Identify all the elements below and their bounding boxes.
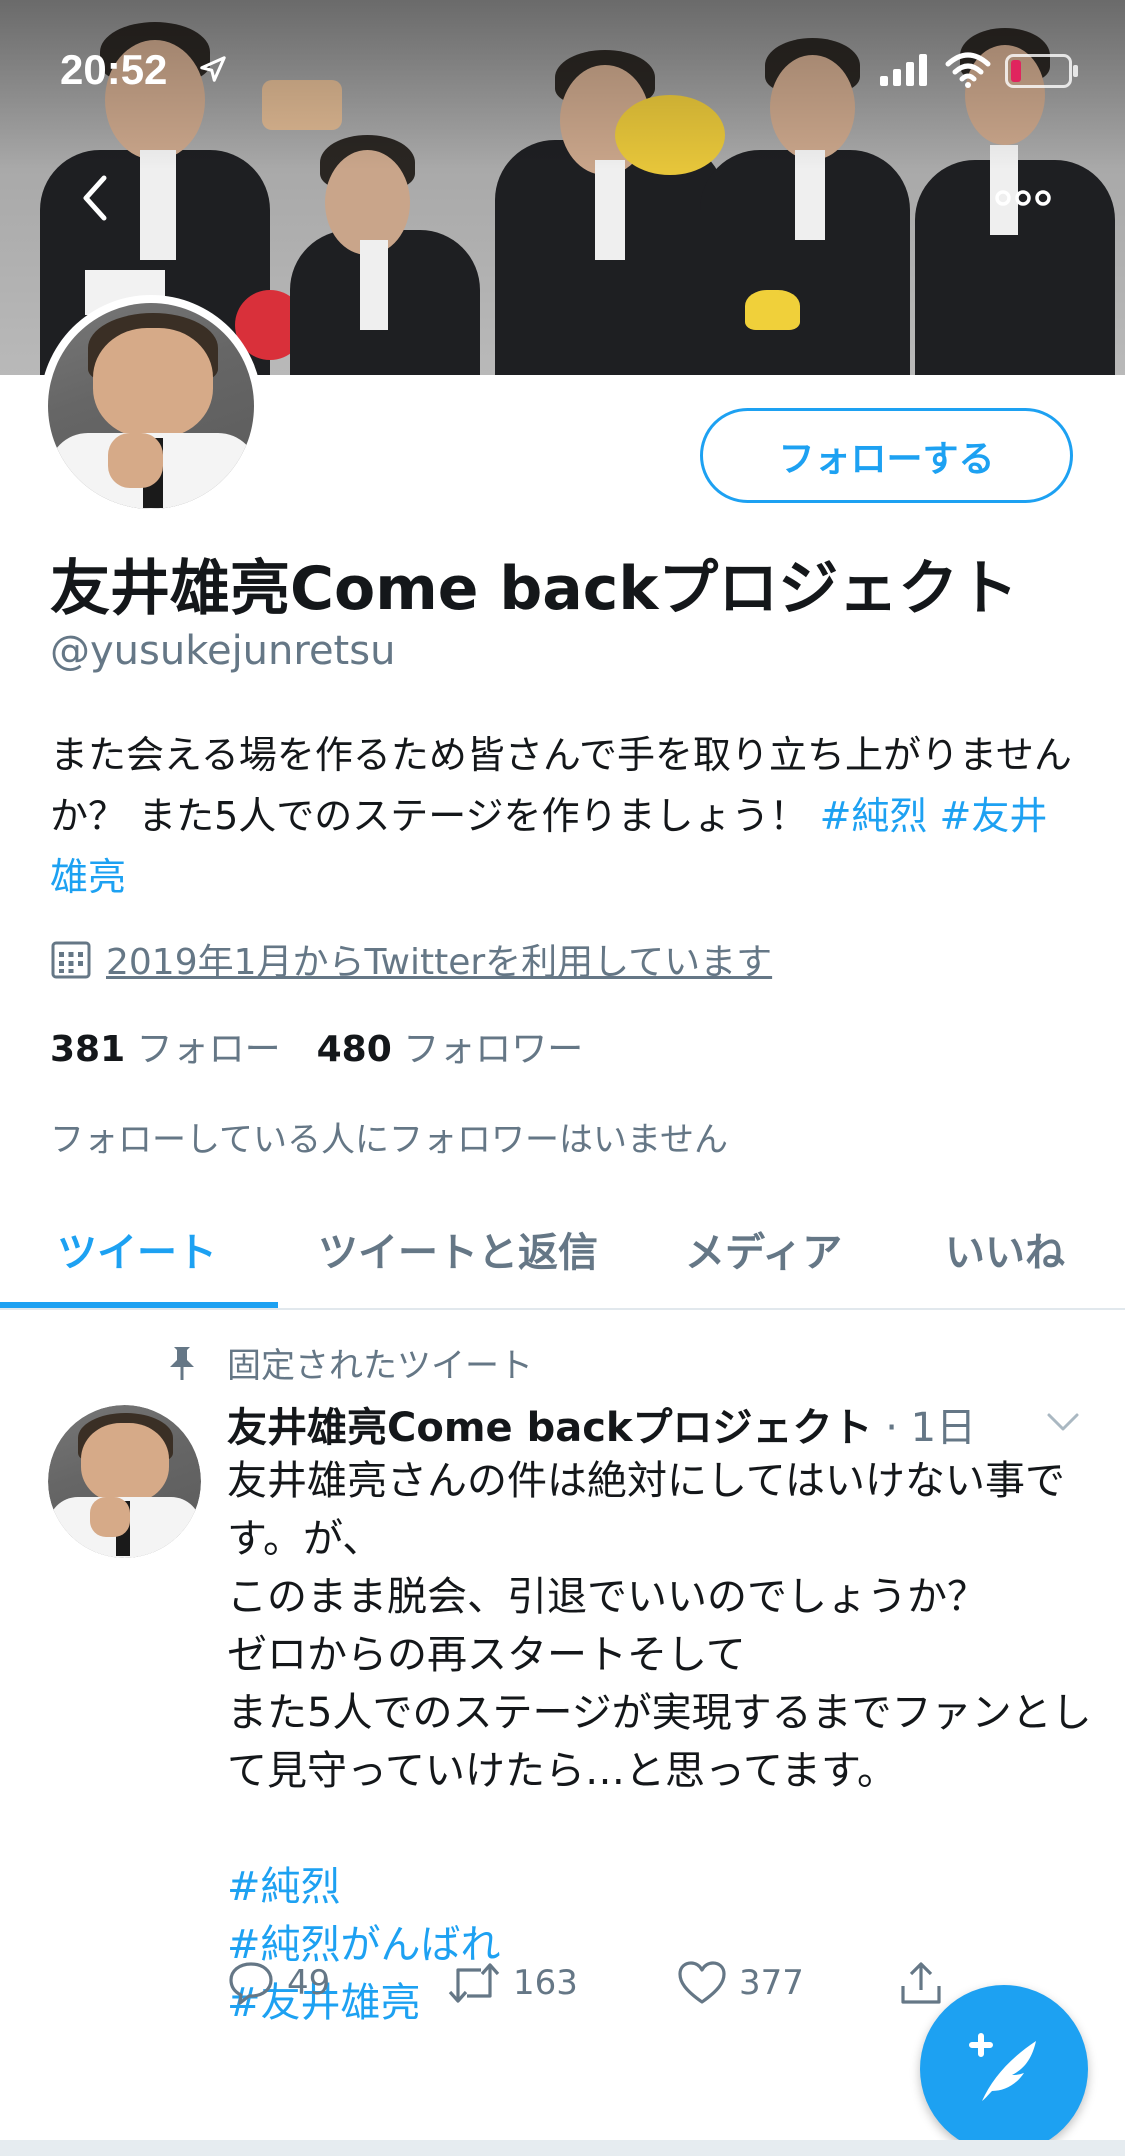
more-options-button[interactable]	[993, 183, 1053, 213]
bottom-divider	[0, 2140, 1125, 2156]
location-arrow-icon	[200, 56, 226, 82]
following-label: フォロー	[136, 1029, 281, 1070]
avatar-photo	[48, 303, 254, 509]
joined-text: 2019年1月からTwitterを利用しています	[106, 942, 773, 983]
status-bar: 20:52	[0, 0, 1125, 130]
retweet-count: 163	[513, 1963, 578, 2003]
following-count: 381	[50, 1029, 126, 1070]
like-count: 377	[739, 1963, 804, 2003]
tweet-author-avatar[interactable]	[48, 1405, 201, 1558]
profile-handle: @yusukejunretsu	[50, 628, 396, 674]
battery-low-icon	[1005, 54, 1078, 88]
like-button[interactable]: 377	[677, 1960, 804, 2006]
reply-icon	[229, 1962, 273, 2005]
tweet-author-name[interactable]: 友井雄亮Come backプロジェクト	[227, 1405, 873, 1451]
tweet-body-text: 友井雄亮さんの件は絶対にしてはいけない事です。が、 このまま脱会、引退でいいので…	[227, 1458, 1092, 1794]
share-button[interactable]	[899, 1960, 955, 2006]
joined-date: 2019年1月からTwitterを利用しています	[50, 935, 772, 983]
reply-button[interactable]: 49	[227, 1960, 330, 2006]
retweet-icon	[448, 1963, 500, 2003]
share-icon	[901, 1962, 941, 2004]
tab-tweets[interactable]: ツイート	[57, 1220, 217, 1278]
tweet-hashtag[interactable]: #純烈	[227, 1864, 341, 1910]
follow-button[interactable]: フォローする	[700, 408, 1073, 503]
bio-hashtag[interactable]: #純烈	[820, 794, 928, 838]
wifi-icon	[945, 52, 991, 88]
profile-tabs: ツイート ツイートと返信 メディア いいね	[0, 1200, 1125, 1310]
followed-by-note: フォローしている人にフォロワーはいません	[50, 1120, 728, 1160]
chevron-down-icon[interactable]	[1045, 1410, 1081, 1434]
profile-display-name: 友井雄亮Come backプロジェクト	[50, 554, 1019, 624]
retweet-button[interactable]: 163	[447, 1960, 578, 2006]
profile-avatar[interactable]	[40, 295, 262, 517]
pinned-text: 固定されたツイート	[227, 1346, 533, 1386]
profile-bio: また会える場を作るため皆さんで手を取り立ち上がりませんか？ また5人でのステージ…	[50, 725, 1080, 908]
active-tab-indicator	[0, 1302, 278, 1308]
following-link[interactable]: 381 フォロー	[50, 1029, 281, 1070]
tab-media[interactable]: メディア	[685, 1220, 842, 1278]
signal-icon	[880, 54, 927, 86]
tweet-header: 友井雄亮Come backプロジェクト · 1日	[227, 1395, 976, 1453]
pin-icon	[170, 1346, 194, 1380]
followers-link[interactable]: 480 フォロワー	[317, 1029, 584, 1070]
tab-tweets-and-replies[interactable]: ツイートと返信	[318, 1220, 598, 1278]
reply-count: 49	[287, 1963, 331, 2003]
followers-label: フォロワー	[403, 1029, 584, 1070]
followers-count: 480	[316, 1029, 392, 1070]
back-button[interactable]	[70, 168, 120, 228]
status-time: 20:52	[60, 46, 168, 93]
heart-icon	[678, 1961, 726, 2004]
compose-feather-icon	[969, 2033, 1036, 2101]
tab-likes[interactable]: いいね	[945, 1220, 1065, 1278]
tweet-timestamp[interactable]: · 1日	[873, 1405, 976, 1451]
tweet-text: 友井雄亮さんの件は絶対にしてはいけない事です。が、 このまま脱会、引退でいいので…	[227, 1452, 1097, 2032]
calendar-icon	[51, 941, 91, 979]
compose-tweet-button[interactable]	[920, 1985, 1088, 2153]
follow-counts: 381 フォロー 480 フォロワー	[50, 1020, 583, 1072]
pinned-tweet-label: 固定されたツイート	[165, 1338, 533, 1387]
